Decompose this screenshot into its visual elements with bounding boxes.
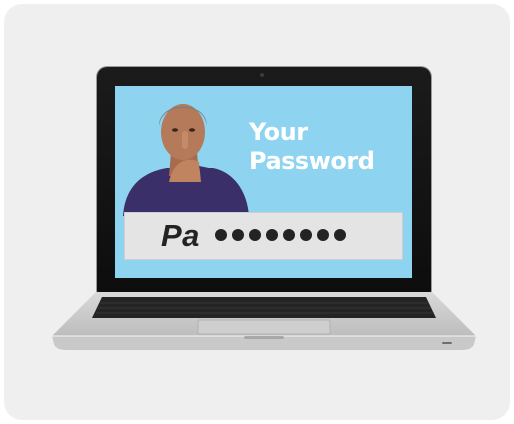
laptop-base [52, 292, 476, 350]
password-mask-dot [283, 229, 295, 241]
password-mask-dot [266, 229, 278, 241]
password-headline: Your Password [249, 118, 409, 176]
password-field: Pa [124, 212, 403, 260]
headline-line-2: Password [249, 147, 375, 175]
keyboard [92, 297, 436, 318]
password-mask-dot [317, 229, 329, 241]
webcam [260, 73, 264, 77]
password-mask-dot [334, 229, 346, 241]
password-mask-dot [249, 229, 261, 241]
password-mask-dot [215, 229, 227, 241]
trackpad [197, 319, 331, 335]
password-mask-dot [232, 229, 244, 241]
laptop-lid: Your Password Pa [97, 67, 431, 293]
woman-shushing-photo [123, 104, 249, 216]
password-visible-text: Pa [161, 218, 200, 253]
password-mask-dot [300, 229, 312, 241]
laptop-screen: Your Password Pa [115, 86, 412, 278]
headline-line-1: Your [249, 118, 308, 146]
image-card: Your Password Pa [4, 4, 510, 420]
password-mask-dots [215, 229, 346, 243]
